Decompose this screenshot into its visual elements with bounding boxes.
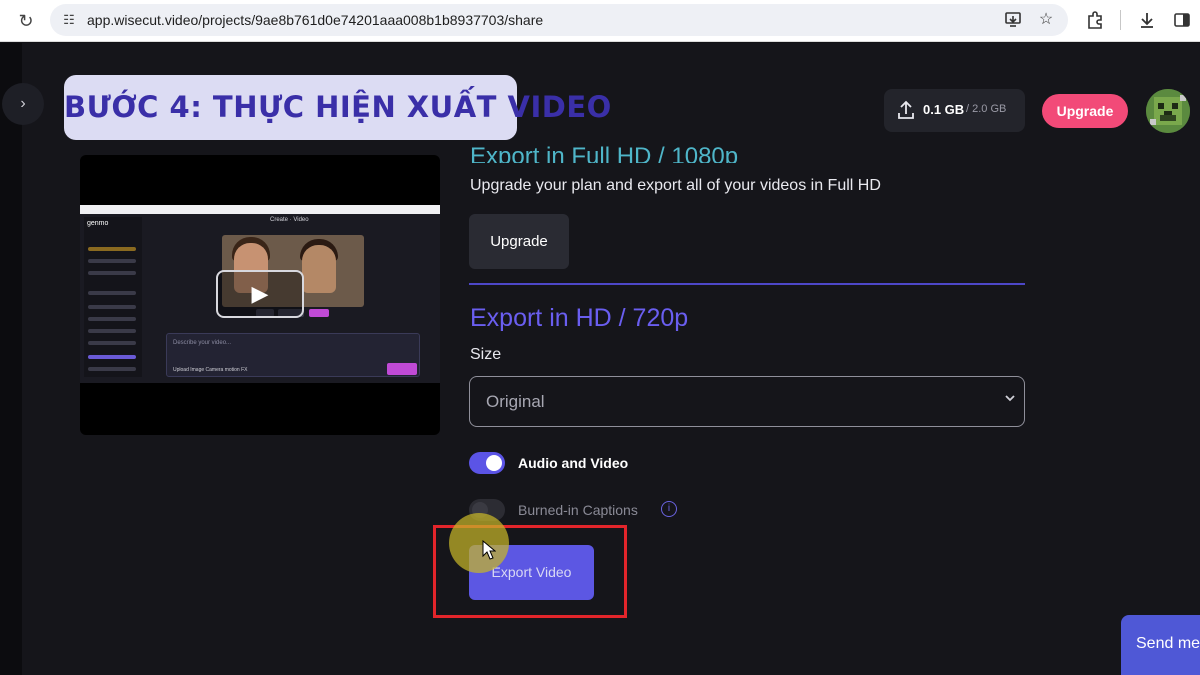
send-message-label: Send message xyxy=(1136,635,1200,652)
preview-sidebar: genmo xyxy=(84,217,142,377)
sidebar-toggle-chevron-right-icon[interactable]: › xyxy=(2,83,44,125)
mouse-cursor-icon xyxy=(482,539,497,563)
storage-used: 0.1 GB xyxy=(923,102,965,117)
avatar[interactable] xyxy=(1146,89,1190,133)
preview-sidebar-row xyxy=(88,305,136,309)
play-icon: ▶ xyxy=(251,281,269,306)
reload-icon[interactable]: ↻ xyxy=(14,9,38,33)
full-hd-description: Upgrade your plan and export all of your… xyxy=(470,177,881,194)
step-banner-text: BƯỚC 4: THỰC HIỆN XUẤT VIDEO xyxy=(64,90,612,124)
preview-sidebar-row xyxy=(88,329,136,333)
preview-sidebar-row xyxy=(88,341,136,345)
chevron-down-icon xyxy=(1004,391,1016,407)
preview-sidebar-row xyxy=(88,355,136,359)
preview-logo: genmo xyxy=(87,220,109,227)
full-hd-heading: Export in Full HD / 1080p xyxy=(470,143,739,163)
preview-sidebar-row xyxy=(88,271,136,275)
preview-sidebar-row xyxy=(88,291,136,295)
address-bar[interactable]: ☷ app.wisecut.video/projects/9ae8b761d0e… xyxy=(50,4,1068,36)
preview-browser-bar xyxy=(80,205,440,214)
cursor-highlight xyxy=(449,513,509,573)
preview-prompt-box: Describe your video... Upload Image Came… xyxy=(166,333,420,377)
preview-sidebar-row xyxy=(88,247,136,251)
full-hd-upgrade-button[interactable]: Upgrade xyxy=(469,214,569,269)
download-icon[interactable] xyxy=(1137,10,1157,30)
preview-submit xyxy=(387,363,417,375)
toggle-knob xyxy=(486,455,502,471)
hd-heading: Export in HD / 720p xyxy=(470,304,689,332)
audio-video-label: Audio and Video xyxy=(518,455,629,471)
play-button[interactable]: ▶ xyxy=(216,270,304,318)
header-upgrade-button[interactable]: Upgrade xyxy=(1042,94,1128,128)
preview-sidebar-row xyxy=(88,367,136,371)
audio-video-toggle[interactable] xyxy=(469,452,505,474)
storage-total: / 2.0 GB xyxy=(966,103,1007,115)
upload-icon xyxy=(896,98,916,122)
preview-figure xyxy=(302,245,336,293)
preview-sidebar-row xyxy=(88,317,136,321)
size-select[interactable]: Original xyxy=(469,376,1025,427)
left-strip xyxy=(0,43,22,675)
site-info-icon[interactable]: ☷ xyxy=(60,11,78,29)
toolbar-separator xyxy=(1120,10,1121,30)
extensions-icon[interactable] xyxy=(1085,10,1105,30)
preview-prompt-tools: Upload Image Camera motion FX xyxy=(173,367,248,373)
full-hd-heading-container: Export in Full HD / 1080p xyxy=(470,139,770,163)
size-label: Size xyxy=(470,346,502,363)
step-banner: BƯỚC 4: THỰC HIỆN XUẤT VIDEO xyxy=(64,75,612,140)
preview-nav: Create · Video xyxy=(270,217,309,223)
info-icon[interactable]: i xyxy=(661,501,677,517)
sidebar-icon[interactable] xyxy=(1172,10,1192,30)
install-app-icon[interactable] xyxy=(1004,10,1024,30)
preview-chip xyxy=(309,309,329,317)
preview-sidebar-row xyxy=(88,259,136,263)
size-select-value: Original xyxy=(486,392,545,411)
section-divider xyxy=(469,283,1025,285)
video-preview[interactable]: genmo Create · Video Describe your video… xyxy=(80,155,440,435)
preview-prompt-placeholder: Describe your video... xyxy=(173,340,232,346)
bookmark-star-icon[interactable]: ☆ xyxy=(1036,10,1056,30)
storage-indicator[interactable]: 0.1 GB / 2.0 GB xyxy=(884,89,1025,132)
url-text[interactable]: app.wisecut.video/projects/9ae8b761d0e74… xyxy=(87,12,543,28)
burned-in-captions-label: Burned-in Captions xyxy=(518,502,638,518)
browser-toolbar: ↻ ☷ app.wisecut.video/projects/9ae8b761d… xyxy=(0,0,1200,42)
send-message-button[interactable]: Send message xyxy=(1121,615,1200,675)
